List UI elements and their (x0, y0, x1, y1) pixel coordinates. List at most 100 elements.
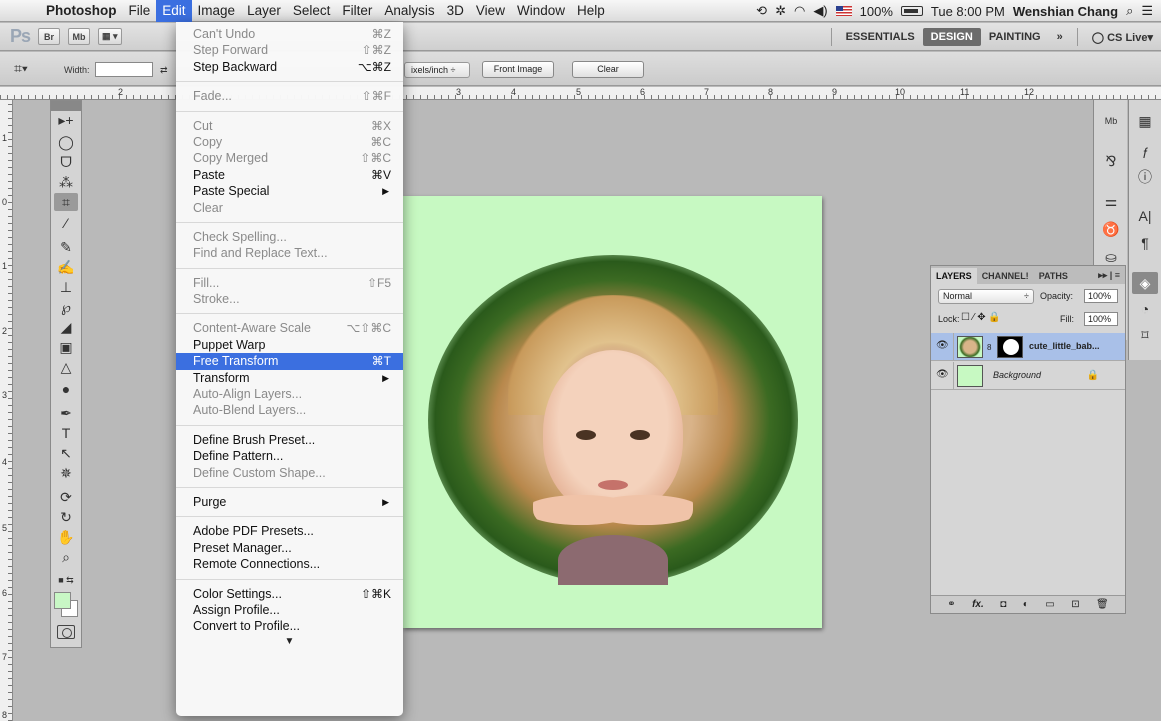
menu-3d[interactable]: 3D (441, 0, 470, 22)
fill-input[interactable]: 100% (1084, 312, 1118, 326)
layer-row[interactable]: 👁 Background 🔒 (931, 362, 1125, 390)
clone-source-panel-icon[interactable]: ♉ (1098, 218, 1124, 240)
3d-rotate-tool-icon[interactable]: ⟳ (54, 488, 78, 506)
foreground-color-swatch[interactable] (54, 592, 71, 609)
menu-window[interactable]: Window (511, 0, 571, 22)
battery-percent[interactable]: 100% (860, 4, 893, 19)
menu-layer[interactable]: Layer (241, 0, 287, 22)
menu-analysis[interactable]: Analysis (378, 0, 440, 22)
menu-item-define-pattern[interactable]: Define Pattern... (176, 448, 403, 464)
eraser-tool-icon[interactable]: ◢ (54, 318, 78, 336)
mini-bridge-panel-icon[interactable]: Mb (1098, 110, 1124, 132)
menu-item-step-backward[interactable]: Step Backward ⌥⌘Z (176, 59, 403, 75)
launch-mini-bridge-button[interactable]: Mb (68, 28, 91, 45)
visibility-eye-icon[interactable]: 👁 (936, 370, 949, 380)
eyedropper-tool-icon[interactable]: ⁄ (54, 214, 78, 232)
menu-item-cut[interactable]: Cut ⌘X (176, 118, 403, 134)
crop-tool-preset-icon[interactable]: ⌗▾ (14, 60, 44, 78)
history-panel-icon[interactable]: ⅋ (1098, 150, 1124, 172)
tab-channels[interactable]: CHANNEL! (977, 268, 1034, 284)
menu-item-fill[interactable]: Fill... ⇧F5 (176, 275, 403, 291)
type-tool-icon[interactable]: T (54, 424, 78, 442)
adjustments-panel-icon[interactable]: ⚌ (1098, 190, 1124, 212)
gradient-tool-icon[interactable]: ▣ (54, 338, 78, 356)
menu-image[interactable]: Image (192, 0, 242, 22)
menu-item-paste[interactable]: Paste ⌘V (176, 167, 403, 183)
dodge-tool-icon[interactable]: ● (54, 380, 78, 398)
layer-thumbnail[interactable] (957, 365, 983, 387)
layers-panel-icon[interactable]: ◈ (1132, 272, 1158, 294)
workspace-essentials[interactable]: ESSENTIALS (838, 31, 923, 43)
mask-icon[interactable]: ◘ (1000, 599, 1006, 610)
brush-tool-icon[interactable]: ✍ (54, 258, 78, 276)
custom-shape-tool-icon[interactable]: ✵ (54, 464, 78, 482)
menu-item-purge[interactable]: Purge ▶ (176, 494, 403, 510)
menu-photoshop[interactable]: Photoshop (40, 0, 123, 22)
menu-item-adobe-pdf-presets[interactable]: Adobe PDF Presets... (176, 523, 403, 539)
new-layer-icon[interactable]: ⊡ (1071, 599, 1079, 610)
wifi-icon[interactable]: ◠ (794, 3, 805, 19)
clock[interactable]: Tue 8:00 PM (931, 4, 1005, 19)
crop-tool-icon[interactable]: ⌗ (54, 193, 78, 211)
menu-item-color-settings[interactable]: Color Settings... ⇧⌘K (176, 586, 403, 602)
blend-mode-select[interactable]: Normal ÷ (938, 289, 1034, 304)
menu-item-free-transform[interactable]: Free Transform ⌘T (176, 353, 403, 370)
swap-icon[interactable]: ⇄ (160, 65, 168, 76)
menu-select[interactable]: Select (287, 0, 337, 22)
layer-name[interactable]: Background (993, 370, 1041, 380)
menu-item-assign-profile[interactable]: Assign Profile... (176, 602, 403, 618)
menu-item-clear[interactable]: Clear (176, 200, 403, 216)
menu-item-transform[interactable]: Transform ▶ (176, 370, 403, 386)
paths-panel-icon[interactable]: ⌑ (1132, 324, 1158, 346)
menu-edit[interactable]: Edit (156, 0, 192, 22)
link-icon[interactable]: ⚭ (947, 599, 955, 610)
blur-tool-icon[interactable]: △ (54, 358, 78, 376)
layer-row[interactable]: 👁 8 cute_little_bab... (931, 333, 1125, 361)
vertical-ruler[interactable]: 1 0 1 2 3 4 5 6 7 8 (0, 100, 13, 721)
menu-item-copy-merged[interactable]: Copy Merged ⇧⌘C (176, 150, 403, 166)
width-input[interactable] (95, 62, 153, 77)
menu-item-paste-special[interactable]: Paste Special ▶ (176, 183, 403, 199)
styles-panel-icon[interactable]: 𝑓 (1132, 142, 1158, 164)
menu-item-stroke[interactable]: Stroke... (176, 291, 403, 307)
hand-tool-icon[interactable]: ✋ (54, 528, 78, 546)
lock-options-icons[interactable]: ☐ ⁄ ✥ 🔒 (961, 312, 1001, 323)
menu-file[interactable]: File (123, 0, 157, 22)
menu-item-define-brush-preset[interactable]: Define Brush Preset... (176, 432, 403, 448)
path-selection-tool-icon[interactable]: ↖ (54, 444, 78, 462)
tab-paths[interactable]: PATHS (1034, 268, 1073, 284)
link-chain-icon[interactable]: 8 (987, 343, 991, 352)
menu-item-can-t-undo[interactable]: Can't Undo ⌘Z (176, 26, 403, 42)
menu-item-preset-manager[interactable]: Preset Manager... (176, 540, 403, 556)
menu-item-step-forward[interactable]: Step Forward ⇧⌘Z (176, 42, 403, 58)
group-icon[interactable]: ▭ (1045, 599, 1054, 610)
zoom-tool-icon[interactable]: ⌕ (54, 548, 78, 566)
menu-scroll-down-icon[interactable]: ▼ (176, 635, 403, 649)
horizontal-ruler[interactable]: 2 3 4 5 6 7 8 9 10 11 12 (0, 87, 1161, 100)
menu-item-remote-connections[interactable]: Remote Connections... (176, 556, 403, 572)
paragraph-panel-icon[interactable]: ¶ (1132, 232, 1158, 254)
view-extras-button[interactable]: ▦ ▾ (98, 28, 122, 45)
opacity-input[interactable]: 100% (1084, 289, 1118, 303)
launch-bridge-button[interactable]: Br (38, 28, 61, 45)
resolution-units-select[interactable]: ixels/inch ÷ (404, 62, 470, 78)
trash-icon[interactable]: 🗑 (1096, 599, 1109, 610)
quick-mask-icon[interactable] (57, 625, 75, 639)
layer-thumbnail[interactable] (957, 336, 983, 358)
workspace-design[interactable]: DESIGN (922, 28, 981, 46)
panel-menu-icon[interactable]: ▸▸ | ≡ (1093, 267, 1125, 284)
adjustment-icon[interactable]: ◐ (1023, 599, 1029, 610)
pen-tool-icon[interactable]: ✒ (54, 404, 78, 422)
menu-item-puppet-warp[interactable]: Puppet Warp (176, 337, 403, 353)
front-image-button[interactable]: Front Image (482, 61, 554, 78)
document-canvas[interactable] (403, 196, 822, 628)
tools-panel-header[interactable] (51, 101, 81, 111)
menu-filter[interactable]: Filter (336, 0, 378, 22)
swatches-panel-icon[interactable]: ▦ (1132, 110, 1158, 132)
menu-view[interactable]: View (470, 0, 511, 22)
cs-live-button[interactable]: ◯ CS Live▾ (1084, 31, 1161, 44)
menu-item-fade[interactable]: Fade... ⇧⌘F (176, 88, 403, 104)
menu-item-find-and-replace-text[interactable]: Find and Replace Text... (176, 245, 403, 261)
healing-brush-tool-icon[interactable]: ✎ (54, 238, 78, 256)
3d-orbit-tool-icon[interactable]: ↻ (54, 508, 78, 526)
